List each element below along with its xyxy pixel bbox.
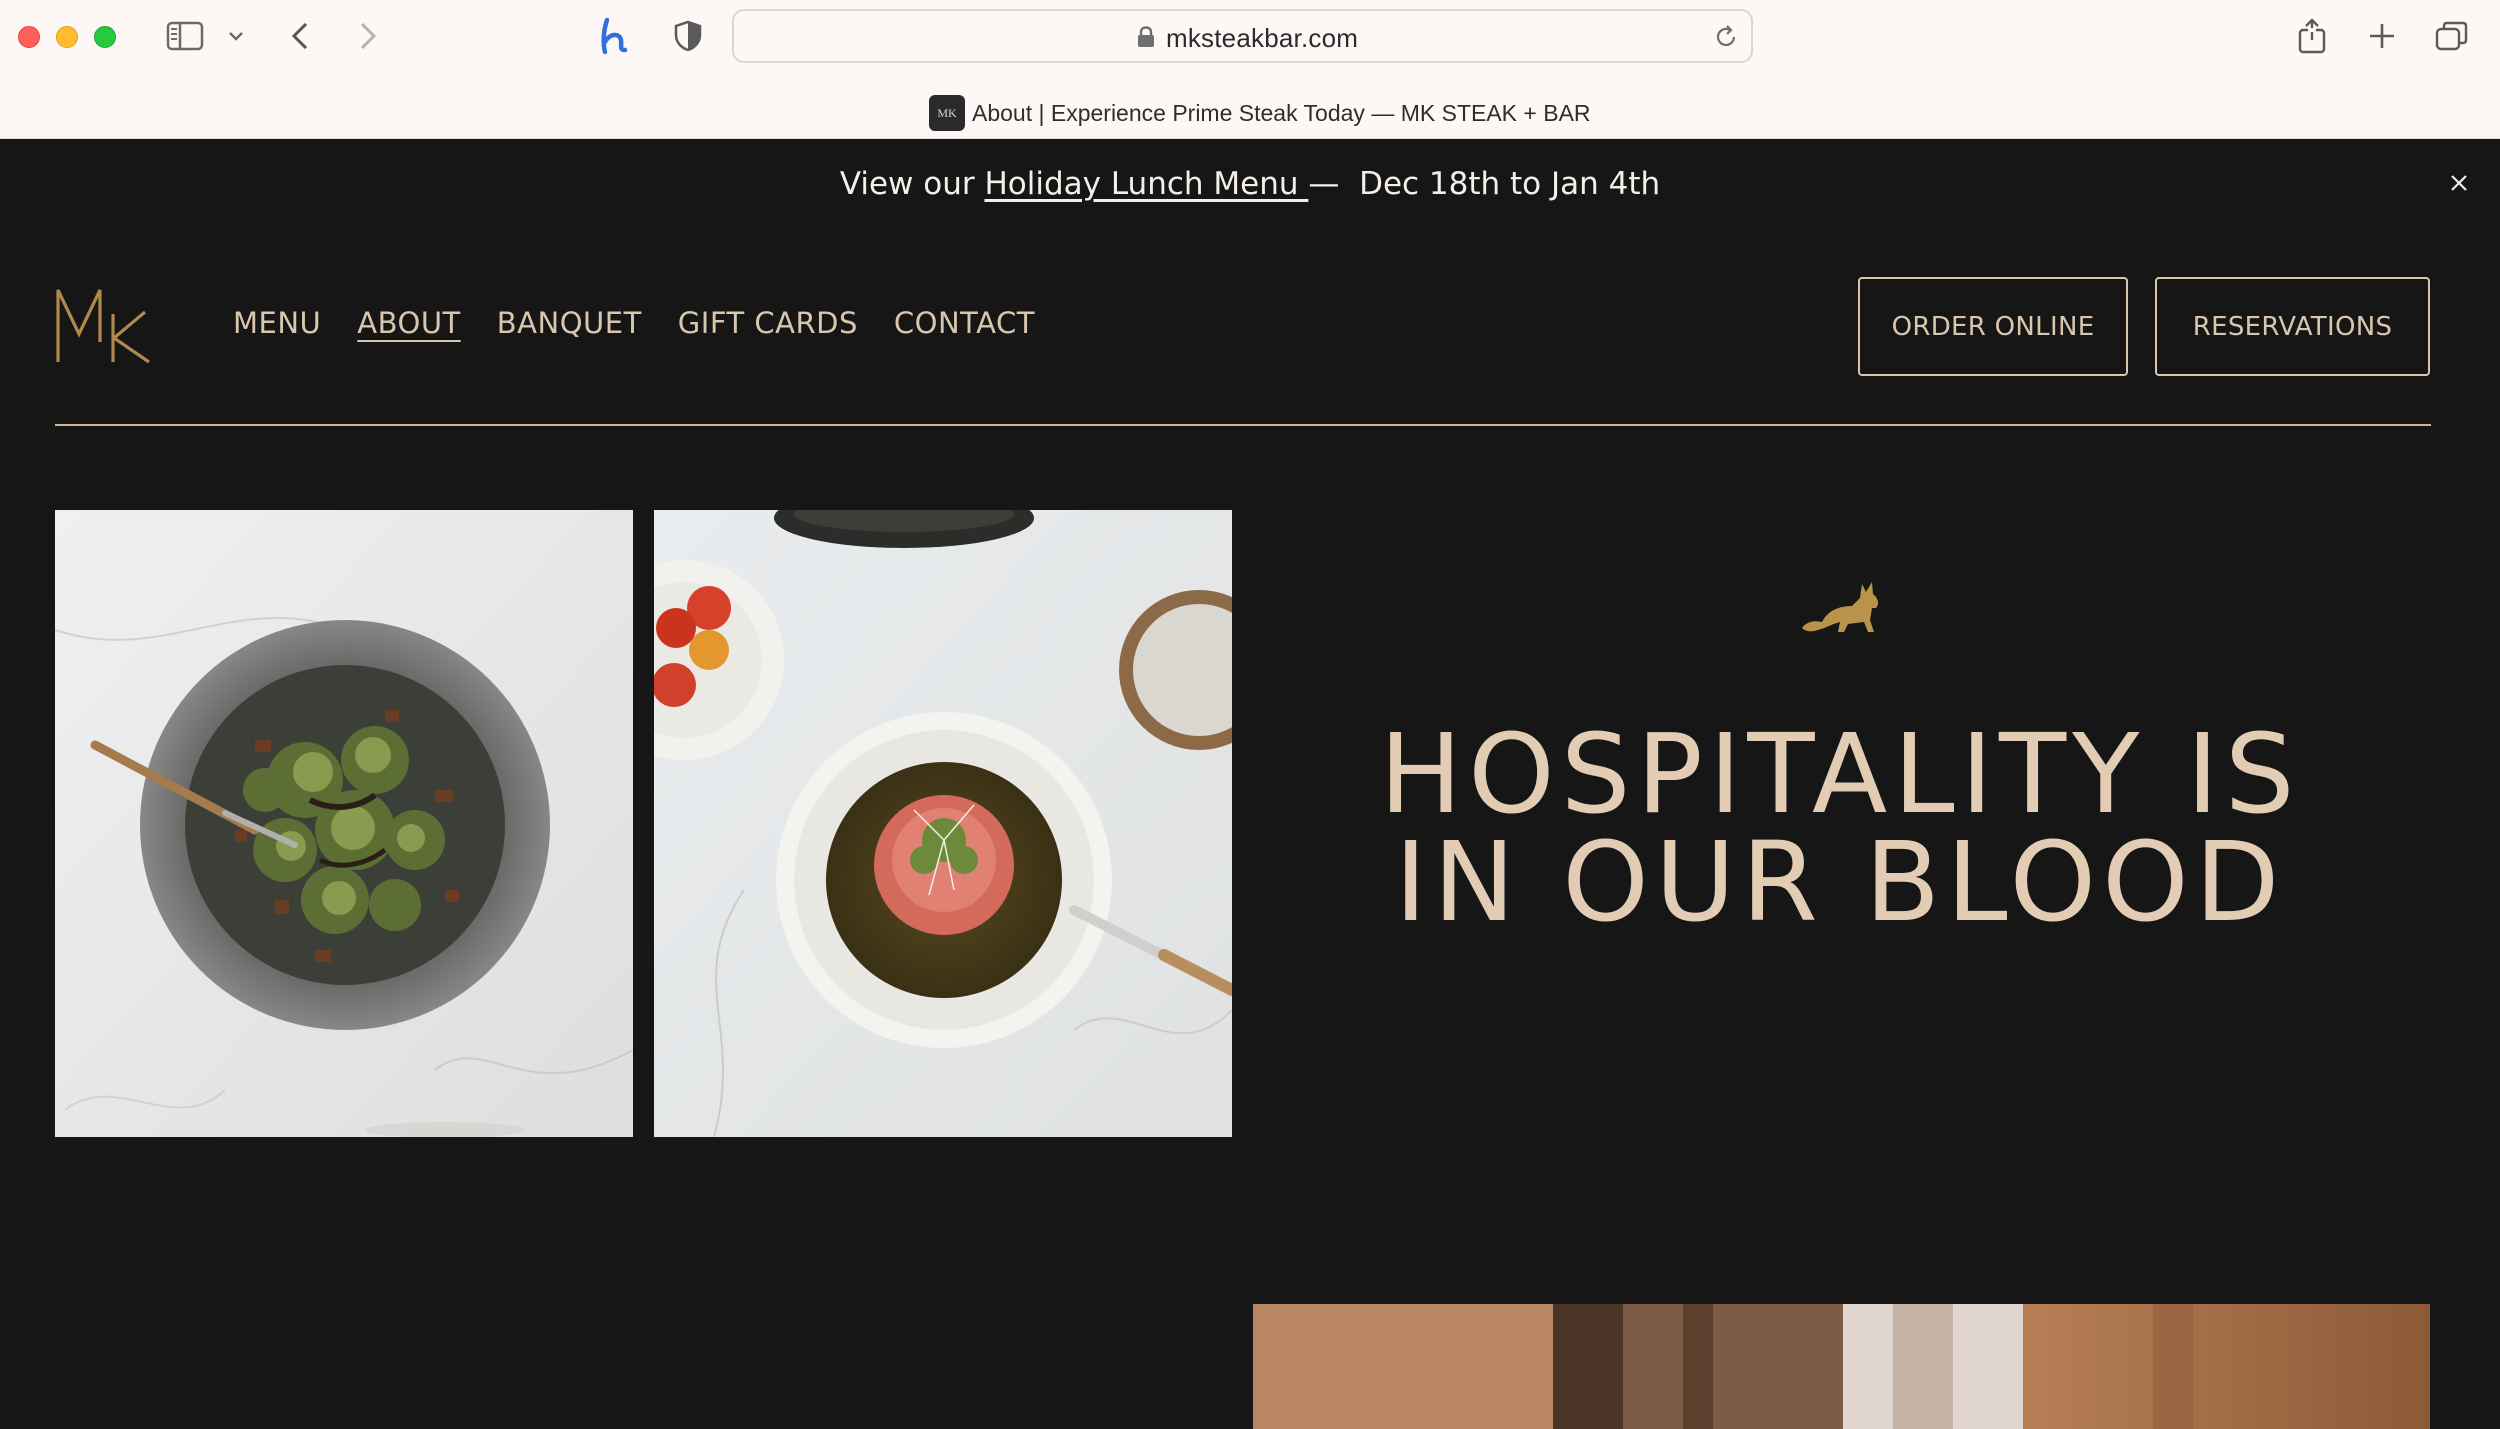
tuna-tartare-photo — [654, 510, 1232, 1137]
order-online-button[interactable]: ORDER ONLINE — [1858, 277, 2128, 376]
sidebar-toggle-button[interactable] — [160, 14, 210, 58]
nav-gift-cards[interactable]: GIFT CARDS — [678, 306, 858, 340]
honey-icon — [601, 17, 628, 55]
hero-title: HOSPITALITY IS IN OUR BLOOD — [1250, 719, 2430, 937]
plus-icon — [2370, 24, 2394, 48]
holiday-lunch-menu-link[interactable]: Holiday Lunch Menu — [984, 166, 1308, 202]
announcement-bar: View our Holiday Lunch Menu — Dec 18th t… — [0, 139, 2500, 229]
minimize-window-button[interactable] — [56, 26, 78, 48]
share-icon — [2298, 18, 2326, 54]
lock-icon — [1138, 26, 1154, 47]
close-window-button[interactable] — [18, 26, 40, 48]
chevron-down-icon — [229, 32, 243, 41]
honey-extension-button[interactable] — [592, 14, 638, 58]
mk-logo-icon — [56, 289, 150, 364]
brussels-sprouts-photo — [55, 510, 633, 1137]
privacy-shield-button[interactable] — [668, 14, 708, 58]
tab-favicon: MK — [929, 95, 965, 131]
site-logo[interactable] — [55, 286, 155, 366]
tab-overview-button[interactable] — [2432, 14, 2472, 58]
share-button[interactable] — [2292, 14, 2332, 58]
announcement-suffix: — Dec 18th to Jan 4th — [1308, 166, 1661, 202]
back-button[interactable] — [282, 14, 318, 58]
announcement-close-button[interactable] — [2444, 168, 2474, 198]
nav-contact[interactable]: CONTACT — [894, 306, 1035, 340]
reload-icon[interactable] — [1713, 24, 1739, 50]
shield-icon — [674, 20, 702, 52]
header-divider — [55, 424, 2431, 426]
tabs-icon — [2435, 21, 2468, 51]
new-tab-button[interactable] — [2362, 14, 2402, 58]
address-bar[interactable]: mksteakbar.com — [732, 9, 1753, 63]
maximize-window-button[interactable] — [94, 26, 116, 48]
tab-title[interactable]: About | Experience Prime Steak Today — M… — [972, 100, 1591, 127]
reservations-button[interactable]: RESERVATIONS — [2155, 277, 2430, 376]
chevron-left-icon — [291, 22, 308, 50]
sidebar-icon — [166, 21, 204, 51]
restaurant-interior-photo — [1253, 1304, 2430, 1429]
chevron-right-icon — [360, 22, 377, 50]
nav-menu[interactable]: MENU — [233, 306, 321, 340]
forward-button[interactable] — [350, 14, 386, 58]
hero-title-line-2: IN OUR BLOOD — [1394, 818, 2286, 946]
close-icon — [2451, 175, 2467, 191]
nav-about[interactable]: ABOUT — [357, 306, 461, 340]
main-nav: MENU ABOUT BANQUET GIFT CARDS CONTACT — [233, 306, 1071, 340]
nav-banquet[interactable]: BANQUET — [497, 306, 642, 340]
announcement-prefix: View our — [839, 166, 985, 202]
url-text: mksteakbar.com — [1166, 23, 1359, 53]
fox-icon — [1800, 578, 1882, 636]
browser-chrome: mksteakbar.com MK About | Experience Pri… — [0, 0, 2500, 139]
sidebar-menu-button[interactable] — [222, 14, 250, 58]
